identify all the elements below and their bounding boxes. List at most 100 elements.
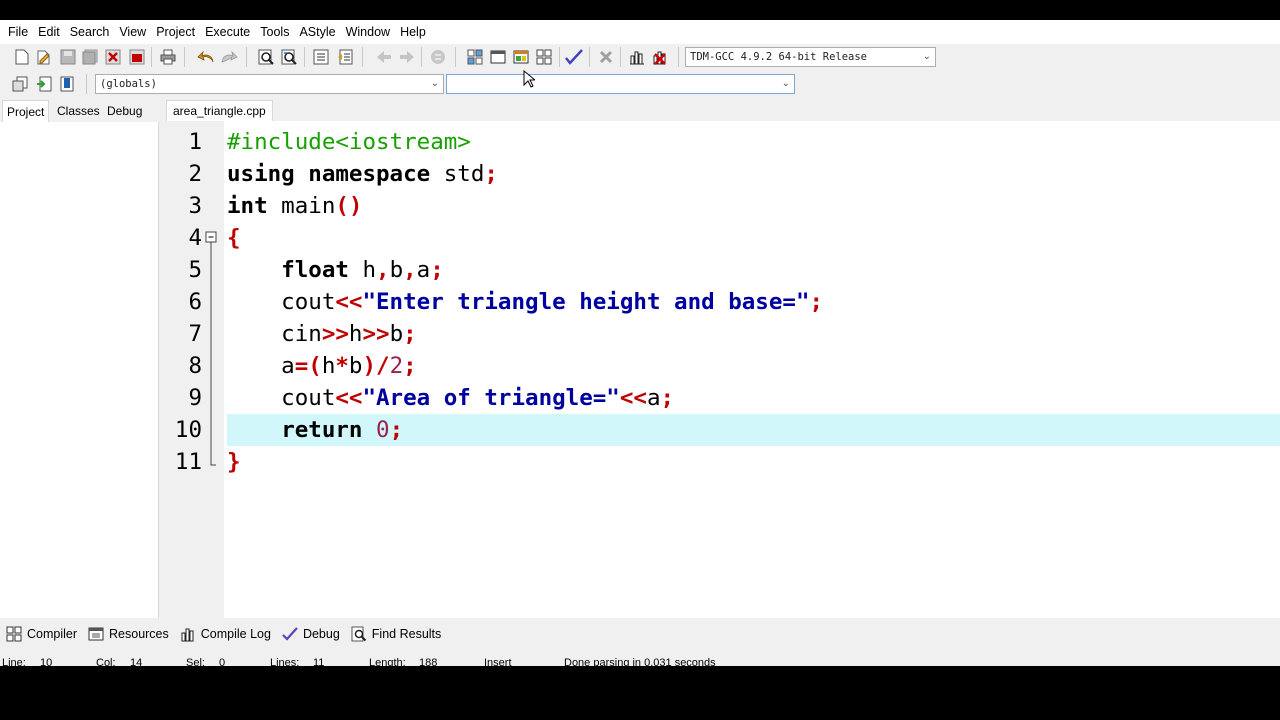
code-line[interactable]: 11} xyxy=(166,446,1280,478)
toolbar-separator xyxy=(455,47,456,67)
code-token: << xyxy=(335,385,363,411)
tab-compile-log[interactable]: Compile Log xyxy=(180,626,271,642)
code-token: h xyxy=(321,353,336,379)
code-token: h xyxy=(348,321,363,347)
code-line[interactable]: 9 cout<<"Area of triangle="<<a; xyxy=(166,382,1280,414)
code-token: >> xyxy=(321,321,349,347)
menu-execute[interactable]: Execute xyxy=(200,20,255,44)
print-button[interactable] xyxy=(158,47,178,67)
replace-button[interactable] xyxy=(279,47,299,67)
code-line[interactable]: 4{ xyxy=(166,222,1280,254)
new-file-icon xyxy=(15,49,29,65)
project-browser-panel[interactable] xyxy=(0,122,159,618)
chart-icon xyxy=(181,628,194,642)
goto-next-button[interactable] xyxy=(397,47,417,67)
menu-search[interactable]: Search xyxy=(65,20,115,44)
code-line[interactable]: 7 cin>>h>>b; xyxy=(166,318,1280,350)
code-text: #include<iostream> xyxy=(227,126,1280,158)
status-sel-value: 0 xyxy=(219,657,226,666)
code-token: float xyxy=(281,257,349,283)
open-button[interactable] xyxy=(34,47,54,67)
code-line[interactable]: 2 using namespace std; xyxy=(166,158,1280,190)
menu-window[interactable]: Window xyxy=(341,20,395,44)
undo-button[interactable] xyxy=(196,47,216,67)
code-editor[interactable]: 1 #include<iostream> 2 using namespace std;… xyxy=(166,121,1280,618)
tab-find-results[interactable]: Find Results xyxy=(351,626,441,642)
fold-line xyxy=(204,286,218,318)
save-button[interactable] xyxy=(58,47,78,67)
unindent-button[interactable] xyxy=(335,47,355,67)
devcpp-window: File Edit Search View Project Execute To… xyxy=(0,20,1280,666)
profile-button[interactable] xyxy=(627,47,647,67)
member-select[interactable]: ⌄ xyxy=(446,74,795,94)
tab-resources[interactable]: Resources xyxy=(88,626,169,642)
code-line[interactable]: 6 cout<<"Enter triangle height and base=… xyxy=(166,286,1280,318)
line-number: 7 xyxy=(188,321,202,347)
compiler-select[interactable]: TDM-GCC 4.9.2 64-bit Release ⌄ xyxy=(685,47,936,67)
bottom-panel-tabs: Compiler Resources Compile Log Debug Fin… xyxy=(0,622,1280,646)
stop-execution-button[interactable] xyxy=(596,47,616,67)
find-icon xyxy=(351,626,367,642)
code-line[interactable]: 1 #include<iostream> xyxy=(166,126,1280,158)
fold-gutter xyxy=(204,126,218,158)
menu-project[interactable]: Project xyxy=(151,20,200,44)
code-token: "Enter triangle height and base=" xyxy=(362,289,810,315)
compile-run-button[interactable] xyxy=(511,47,531,67)
code-token: ; xyxy=(660,385,675,411)
save-icon xyxy=(60,49,76,65)
fold-line xyxy=(204,414,218,446)
new-file-button[interactable] xyxy=(12,47,32,67)
redo-button[interactable] xyxy=(219,47,239,67)
delete-profile-button[interactable] xyxy=(650,47,670,67)
insert-code-button[interactable] xyxy=(10,74,30,94)
code-text: using namespace std; xyxy=(227,158,1280,190)
rebuild-all-button[interactable] xyxy=(534,47,554,67)
close-button[interactable] xyxy=(103,47,123,67)
run-button[interactable] xyxy=(488,47,508,67)
line-number: 11 xyxy=(174,449,202,475)
code-text: cout<<"Area of triangle="<<a; xyxy=(227,382,1280,414)
status-col-label: Col: xyxy=(96,657,116,666)
tab-project[interactable]: Project xyxy=(2,100,50,122)
status-message: Done parsing in 0.031 seconds xyxy=(564,657,716,666)
status-length-value: 188 xyxy=(419,657,438,666)
fold-gutter xyxy=(204,158,218,190)
profile-chart-icon xyxy=(630,51,644,65)
menu-help[interactable]: Help xyxy=(395,20,431,44)
mouse-cursor-icon xyxy=(523,70,535,88)
code-line[interactable]: 10 return 0; xyxy=(166,414,1280,446)
status-line-label: Line: xyxy=(2,657,26,666)
goto-prev-button[interactable] xyxy=(374,47,394,67)
code-token: cout xyxy=(227,385,336,411)
compile-button[interactable] xyxy=(465,47,485,67)
code-lines: 1 #include<iostream> 2 using namespace std;… xyxy=(166,126,1280,478)
save-all-button[interactable] xyxy=(80,47,100,67)
code-line[interactable]: 8 a=(h*b)/2; xyxy=(166,350,1280,382)
toggle-comment-button[interactable] xyxy=(34,74,54,94)
menu-edit[interactable]: Edit xyxy=(33,20,65,44)
bookmark-list-button[interactable] xyxy=(57,74,77,94)
chevron-down-icon: ⌄ xyxy=(781,78,790,89)
toggle-bookmark-button[interactable] xyxy=(428,47,448,67)
bookmarks-icon xyxy=(60,76,74,92)
close-all-button[interactable] xyxy=(127,47,147,67)
syntax-check-button[interactable] xyxy=(564,47,584,67)
redo-icon xyxy=(221,50,238,63)
tab-debug-output[interactable]: Debug xyxy=(282,627,340,641)
tab-compiler[interactable]: Compiler xyxy=(6,626,77,642)
menu-tools[interactable]: Tools xyxy=(255,20,294,44)
tab-classes[interactable]: Classes xyxy=(53,100,104,122)
menu-file[interactable]: File xyxy=(3,20,33,44)
code-token: b xyxy=(389,257,404,283)
scope-select[interactable]: (globals) ⌄ xyxy=(95,74,444,94)
line-number: 9 xyxy=(188,385,202,411)
code-line[interactable]: 3 int main() xyxy=(166,190,1280,222)
find-button[interactable] xyxy=(256,47,276,67)
menu-view[interactable]: View xyxy=(114,20,151,44)
tab-debug[interactable]: Debug xyxy=(103,100,146,122)
indent-button[interactable] xyxy=(311,47,331,67)
menu-astyle[interactable]: AStyle xyxy=(294,20,340,44)
editor-tab-file[interactable]: area_triangle.cpp xyxy=(166,100,273,121)
code-line[interactable]: 5 float h,b,a; xyxy=(166,254,1280,286)
fold-collapse-icon[interactable] xyxy=(204,222,218,254)
